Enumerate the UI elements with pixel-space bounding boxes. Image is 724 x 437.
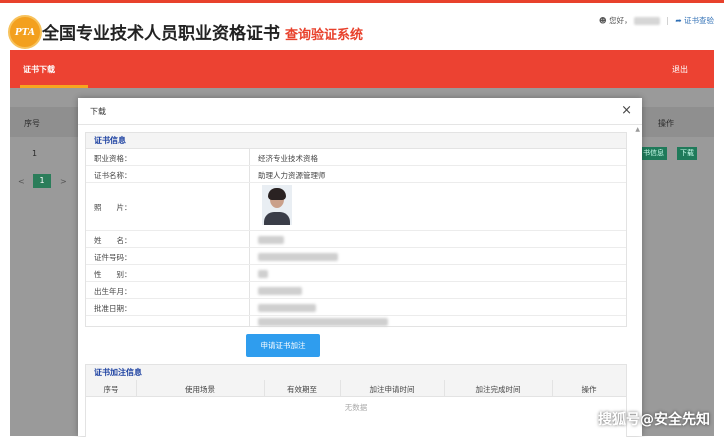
annotation-heading: 证书加注信息 xyxy=(86,365,626,381)
label-cert-name: 证书名称： xyxy=(94,171,132,180)
row-id-number: 证件号码： xyxy=(86,248,626,265)
download-modal: 下载 × ▲ 证书信息 职业资格： 经济专业技术资格 证书名称： 助理人力资源管… xyxy=(78,98,642,437)
bg-current-page[interactable]: 1 xyxy=(33,174,51,188)
value-birth-redacted xyxy=(258,286,302,295)
scrollbar-up-icon[interactable]: ▲ xyxy=(635,126,640,133)
bg-col-action: 操作 xyxy=(658,119,674,128)
row-gender: 性 别： xyxy=(86,265,626,282)
row-cert-name: 证书名称： 助理人力资源管理师 xyxy=(86,166,626,183)
col-scenario: 使用场景 xyxy=(185,385,215,394)
annotation-panel: 证书加注信息 序号 使用场景 有效期至 加注申请时间 加注完成时间 操作 无数据 xyxy=(85,364,627,437)
share-icon[interactable]: ➦ xyxy=(675,16,681,25)
bg-download-button[interactable]: 下载 xyxy=(677,147,697,160)
col-index: 序号 xyxy=(103,385,119,394)
modal-title: 下载 xyxy=(90,107,106,116)
row-name: 姓 名： xyxy=(86,231,626,248)
label-name: 姓 名： xyxy=(94,236,132,245)
user-icon: ☻ xyxy=(598,16,607,25)
value-gender-redacted xyxy=(258,269,268,278)
apply-annotation-button[interactable]: 申请证书加注 xyxy=(246,334,320,357)
bg-row-index: 1 xyxy=(32,149,38,158)
value-name-redacted xyxy=(258,235,284,244)
value-cert-name: 助理人力资源管理师 xyxy=(258,171,326,180)
row-approval-date: 批准日期： xyxy=(86,299,626,316)
cert-info-heading: 证书信息 xyxy=(86,133,626,149)
value-qualification: 经济专业技术资格 xyxy=(258,154,318,163)
col-apply-time: 加注申请时间 xyxy=(369,385,415,394)
col-valid-until: 有效期至 xyxy=(287,385,317,394)
col-complete-time: 加注完成时间 xyxy=(475,385,521,394)
site-subtitle: 查询验证系统 xyxy=(285,28,364,43)
col-action: 操作 xyxy=(581,385,597,394)
greeting-text: 您好， xyxy=(609,16,632,25)
label-gender: 性 别： xyxy=(94,270,132,279)
pta-logo: PTA xyxy=(8,15,42,49)
cert-info-panel: 证书信息 职业资格： 经济专业技术资格 证书名称： 助理人力资源管理师 照 片：… xyxy=(85,132,627,327)
label-id-number: 证件号码： xyxy=(94,253,132,262)
site-header: PTA 全国专业技术人员职业资格证书 查询验证系统 ☻ 您好， | ➦ 证书查验 xyxy=(0,3,724,50)
modal-header: 下载 × xyxy=(78,98,642,125)
row-qualification: 职业资格： 经济专业技术资格 xyxy=(86,149,626,166)
close-icon[interactable]: × xyxy=(621,103,632,118)
value-id-redacted xyxy=(258,252,338,261)
tab-cert-download[interactable]: 证书下载 xyxy=(23,64,55,75)
label-approval-date: 批准日期： xyxy=(94,304,132,313)
label-photo: 照 片： xyxy=(94,203,132,212)
no-data-text: 无数据 xyxy=(344,403,368,412)
bg-prev-page[interactable]: < xyxy=(18,177,25,186)
username-redacted xyxy=(634,17,660,25)
bg-view-cert-button[interactable]: 书信息 xyxy=(640,147,667,160)
holder-photo xyxy=(262,185,292,225)
value-issuer-redacted xyxy=(258,317,388,326)
row-photo: 照 片： xyxy=(86,183,626,231)
logout-link[interactable]: 退出 xyxy=(672,64,688,75)
main-nav: 证书下载 退出 xyxy=(10,50,714,88)
annotation-table-header: 序号 使用场景 有效期至 加注申请时间 加注完成时间 操作 xyxy=(86,380,626,397)
bg-col-index: 序号 xyxy=(24,119,40,128)
cert-query-link[interactable]: 证书查验 xyxy=(684,16,714,25)
site-title: 全国专业技术人员职业资格证书 xyxy=(42,24,280,44)
value-approval-redacted xyxy=(258,303,316,312)
row-birth: 出生年月： xyxy=(86,282,626,299)
user-area: ☻ 您好， | ➦ 证书查验 xyxy=(598,16,714,25)
watermark: 搜狐号@安全先知 xyxy=(598,412,710,428)
bg-next-page[interactable]: > xyxy=(60,177,67,186)
logo-text: PTA xyxy=(15,28,35,38)
label-qualification: 职业资格： xyxy=(94,154,132,163)
label-birth: 出生年月： xyxy=(94,287,132,296)
row-issuer xyxy=(86,316,626,326)
